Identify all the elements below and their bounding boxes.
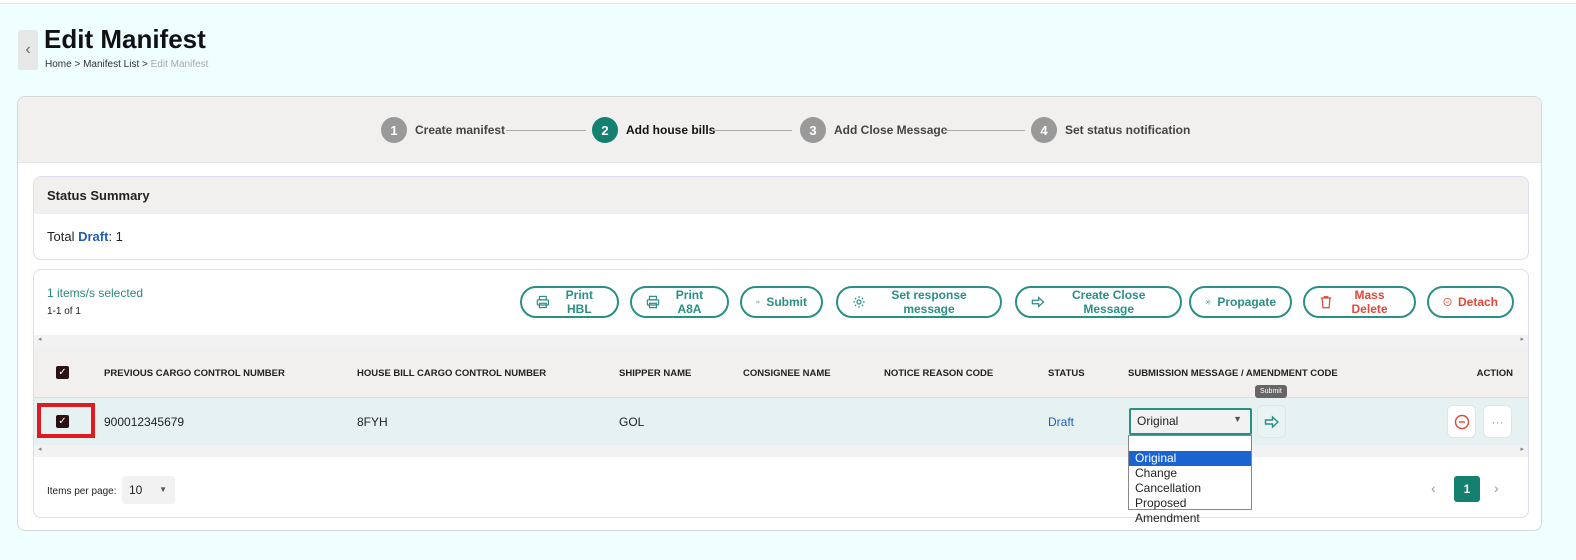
stepper: 1 Create manifest 2 Add house bills 3 Add C… (18, 97, 1541, 163)
trash-icon (1320, 296, 1332, 309)
step-3: 3 Add Close Message (800, 117, 947, 143)
step-label: Create manifest (415, 123, 506, 137)
row-submit-button[interactable] (1257, 405, 1286, 438)
ellipsis-icon: ··· (1491, 414, 1504, 429)
step-number: 4 (1031, 117, 1057, 143)
manifest-card: 1 Create manifest 2 Add house bills 3 Add C… (17, 96, 1542, 531)
status-summary-body: Total Draft: 1 (34, 214, 1528, 259)
prev-page-button[interactable]: ‹ (1431, 480, 1436, 496)
row-checkbox-highlight (37, 403, 95, 438)
minus-circle-icon (1454, 414, 1469, 429)
step-1: 1 Create manifest (381, 117, 505, 143)
range-label: 1-1 of 1 (47, 306, 81, 317)
selected-value: Original (1137, 414, 1179, 428)
submission-dropdown: Original Change Cancellation Proposed Am… (1128, 435, 1252, 525)
print-a8a-button[interactable]: Print A8A (630, 286, 729, 318)
step-label: Add Close Message (834, 123, 948, 137)
column-header: CONSIGNEE NAME (743, 368, 831, 379)
top-bar (0, 0, 1576, 4)
create-close-message-button[interactable]: Create Close Message (1015, 286, 1182, 318)
next-page-button[interactable]: › (1494, 480, 1499, 496)
column-header: SUBMISSION MESSAGE / AMENDMENT CODE (1128, 368, 1338, 379)
table-row: ✓ 900012345679 8FYH GOL Draft Original ▼ … (34, 397, 1528, 445)
submit-tooltip: Submit (1255, 385, 1287, 398)
print-hbl-button[interactable]: Print HBL (520, 286, 619, 318)
option-cancellation[interactable]: Cancellation (1129, 481, 1251, 496)
button-label: Mass Delete (1351, 288, 1388, 316)
step-number: 2 (592, 117, 618, 143)
column-header: SHIPPER NAME (619, 368, 692, 379)
button-label: Print A8A (675, 288, 704, 316)
previous-ccn: 900012345679 (104, 415, 185, 429)
shipper-name: GOL (619, 415, 645, 429)
submit-button[interactable]: Submit (740, 286, 823, 318)
selection-count: 1 items/s selected (47, 286, 144, 300)
arrow-right-icon (1264, 414, 1279, 429)
status-summary-title: Status Summary (34, 177, 1528, 214)
column-header: ACTION (1476, 368, 1513, 379)
column-header: PREVIOUS CARGO CONTROL NUMBER (104, 368, 285, 379)
draft-link[interactable]: Draft (78, 229, 108, 244)
breadcrumb-current: Edit Manifest (150, 59, 209, 70)
step-4: 4 Set status notification (1031, 117, 1190, 143)
arrow-right-icon (1031, 296, 1045, 308)
step-label: Add house bills (626, 123, 716, 137)
column-header: HOUSE BILL CARGO CONTROL NUMBER (357, 368, 547, 379)
items-per-page-label: Items per page: (47, 486, 117, 497)
chevron-left-icon: ‹ (25, 41, 31, 58)
button-label: Print HBL (565, 288, 594, 316)
horizontal-scrollbar[interactable]: ◂ ▸ (34, 335, 1528, 347)
house-bill-ccn: 8FYH (357, 415, 388, 429)
step-number: 3 (800, 117, 826, 143)
breadcrumb-home[interactable]: Home (45, 59, 72, 70)
button-label: Propagate (1217, 295, 1276, 309)
option-proposed-amendment[interactable]: Proposed Amendment (1129, 496, 1251, 525)
button-label: Set response message (891, 288, 967, 316)
step-connector (943, 130, 1025, 131)
items-per-page-select[interactable]: 10 ▼ (122, 476, 175, 504)
set-response-message-button[interactable]: Set response message (836, 286, 1002, 318)
page-1-button[interactable]: 1 (1454, 476, 1480, 502)
page-title: Edit Manifest (44, 24, 206, 54)
option-blank[interactable] (1129, 436, 1251, 451)
gear-icon (1205, 299, 1211, 305)
house-bills-table-card: 1 items/s selected 1-1 of 1 Print HBL Pr… (33, 269, 1529, 518)
arrow-right-icon (756, 300, 761, 304)
select-all-checkbox[interactable]: ✓ (56, 366, 69, 379)
step-connector (506, 130, 586, 131)
step-label: Set status notification (1065, 123, 1191, 137)
status-link[interactable]: Draft (1048, 415, 1074, 429)
total-label: Total (47, 229, 75, 244)
step-connector (712, 130, 792, 131)
status-summary: Status Summary Total Draft: 1 (33, 176, 1529, 260)
option-original[interactable]: Original (1129, 451, 1251, 466)
detach-button[interactable]: Detach (1427, 286, 1514, 318)
horizontal-scrollbar-bottom[interactable]: ◂ ▸ (34, 445, 1528, 457)
mass-delete-button[interactable]: Mass Delete (1303, 286, 1416, 318)
printer-icon (536, 295, 550, 309)
submission-select[interactable]: Original ▼ (1129, 408, 1252, 435)
step-number: 1 (381, 117, 407, 143)
more-actions-button[interactable]: ··· (1483, 405, 1512, 438)
gear-icon (853, 296, 865, 308)
column-header: STATUS (1048, 368, 1085, 379)
breadcrumb-manifest-list[interactable]: Manifest List (83, 59, 139, 70)
caret-down-icon: ▼ (1233, 414, 1242, 424)
back-button[interactable]: ‹ (18, 30, 38, 70)
button-label: Create Close Message (1072, 288, 1146, 316)
column-header: NOTICE REASON CODE (884, 368, 994, 379)
printer-icon (646, 295, 660, 309)
minus-circle-icon (1443, 297, 1452, 307)
option-change[interactable]: Change (1129, 466, 1251, 481)
button-label: Submit (766, 295, 807, 309)
button-label: Detach (1457, 295, 1498, 309)
propagate-button[interactable]: Propagate (1189, 286, 1292, 318)
draft-count: : 1 (108, 229, 123, 244)
row-detach-button[interactable] (1447, 405, 1476, 438)
breadcrumb: Home > Manifest List > Edit Manifest (45, 59, 209, 70)
step-2: 2 Add house bills (592, 117, 715, 143)
items-per-page-value: 10 (129, 483, 143, 497)
caret-down-icon: ▼ (159, 485, 167, 494)
table-header: ✓ PREVIOUS CARGO CONTROL NUMBER HOUSE BI… (34, 347, 1528, 397)
